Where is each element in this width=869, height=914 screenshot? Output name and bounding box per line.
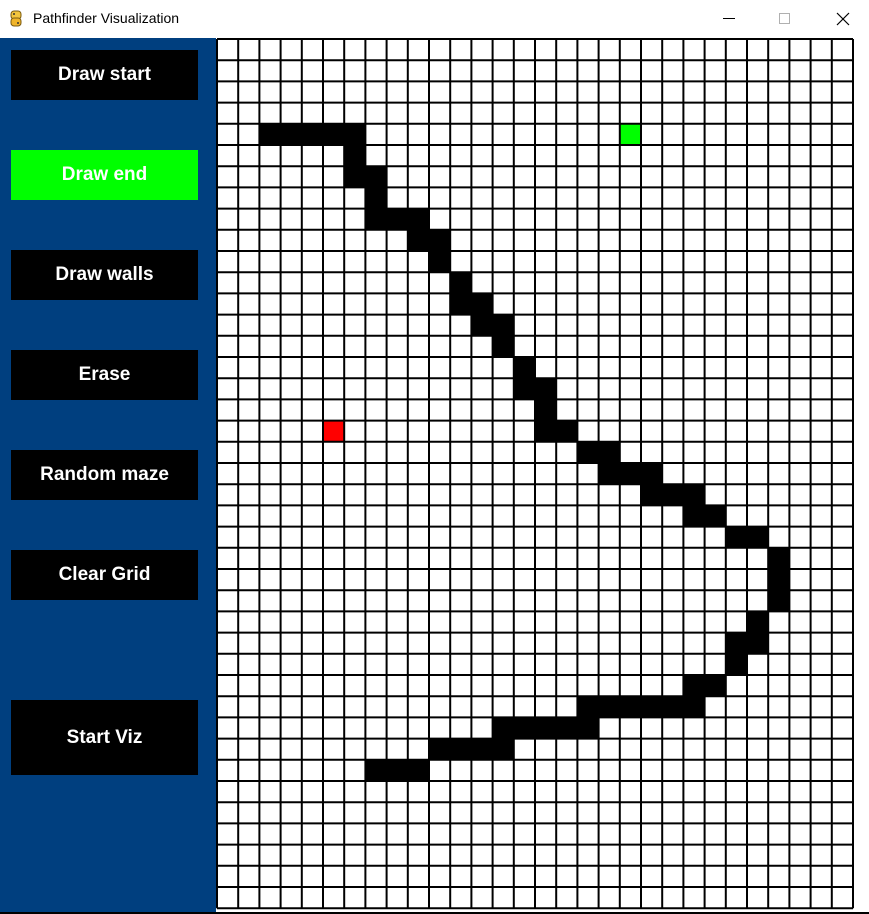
wall-cell[interactable] — [407, 229, 429, 251]
wall-cell[interactable] — [429, 738, 451, 760]
wall-cell[interactable] — [535, 420, 557, 442]
start-viz-button[interactable]: Start Viz — [11, 700, 198, 775]
wall-cell[interactable] — [641, 484, 663, 506]
wall-cell[interactable] — [683, 484, 705, 506]
wall-cell[interactable] — [577, 717, 599, 739]
wall-cell[interactable] — [768, 590, 790, 612]
wall-cell[interactable] — [407, 759, 429, 781]
wall-cell[interactable] — [429, 251, 451, 273]
minimize-button[interactable] — [706, 0, 752, 38]
draw-start-button[interactable]: Draw start — [11, 50, 198, 100]
draw-end-button[interactable]: Draw end — [11, 150, 198, 200]
wall-cell[interactable] — [407, 208, 429, 230]
python-icon — [10, 10, 22, 27]
wall-cell[interactable] — [577, 696, 599, 718]
wall-cell[interactable] — [641, 463, 663, 485]
clear-grid-button[interactable]: Clear Grid — [11, 550, 198, 600]
wall-cell[interactable] — [556, 717, 578, 739]
wall-cell[interactable] — [323, 123, 345, 145]
wall-cell[interactable] — [725, 526, 747, 548]
wall-cell[interactable] — [577, 441, 599, 463]
erase-label: Erase — [78, 364, 131, 385]
wall-cell[interactable] — [513, 717, 535, 739]
draw-end-label: Draw end — [61, 164, 148, 185]
wall-cell[interactable] — [365, 208, 387, 230]
wall-cell[interactable] — [747, 632, 769, 654]
wall-cell[interactable] — [344, 166, 366, 188]
wall-cell[interactable] — [598, 696, 620, 718]
draw-start-label: Draw start — [58, 64, 151, 85]
wall-cell[interactable] — [386, 759, 408, 781]
wall-cell[interactable] — [450, 272, 472, 294]
wall-cell[interactable] — [429, 229, 451, 251]
minimize-icon — [723, 18, 735, 19]
wall-cell[interactable] — [768, 547, 790, 569]
wall-cell[interactable] — [280, 123, 302, 145]
close-button[interactable] — [819, 0, 865, 38]
wall-cell[interactable] — [704, 675, 726, 697]
wall-cell[interactable] — [365, 166, 387, 188]
wall-cell[interactable] — [492, 335, 514, 357]
title-bar: Pathfinder Visualization — [0, 0, 869, 38]
wall-cell[interactable] — [492, 314, 514, 336]
wall-cell[interactable] — [365, 759, 387, 781]
random-maze-button[interactable]: Random maze — [11, 450, 198, 500]
wall-cell[interactable] — [344, 145, 366, 167]
wall-cell[interactable] — [513, 378, 535, 400]
wall-cell[interactable] — [619, 463, 641, 485]
window-title: Pathfinder Visualization — [33, 10, 180, 26]
wall-cell[interactable] — [471, 293, 493, 315]
wall-cell[interactable] — [598, 441, 620, 463]
maximize-button[interactable] — [761, 0, 807, 38]
wall-cell[interactable] — [492, 717, 514, 739]
tool-sidebar: Draw start Draw end Draw walls Erase Ran… — [0, 38, 216, 912]
wall-cell[interactable] — [556, 420, 578, 442]
draw-walls-button[interactable]: Draw walls — [11, 250, 198, 300]
wall-cell[interactable] — [301, 123, 323, 145]
random-maze-label: Random maze — [40, 464, 169, 485]
wall-cell[interactable] — [386, 208, 408, 230]
wall-cell[interactable] — [704, 505, 726, 527]
wall-cell[interactable] — [683, 675, 705, 697]
end-node[interactable] — [619, 123, 641, 145]
wall-cell[interactable] — [683, 505, 705, 527]
wall-cell[interactable] — [535, 378, 557, 400]
erase-button[interactable]: Erase — [11, 350, 198, 400]
close-icon — [836, 12, 850, 26]
start-node[interactable] — [323, 420, 345, 442]
wall-cell[interactable] — [619, 696, 641, 718]
wall-cell[interactable] — [598, 463, 620, 485]
wall-cell[interactable] — [492, 738, 514, 760]
wall-cell[interactable] — [725, 653, 747, 675]
maximize-icon — [779, 13, 790, 24]
wall-cell[interactable] — [535, 399, 557, 421]
wall-cell[interactable] — [683, 696, 705, 718]
wall-cell[interactable] — [662, 484, 684, 506]
pathfinding-grid[interactable] — [216, 38, 856, 912]
wall-cell[interactable] — [450, 738, 472, 760]
draw-walls-label: Draw walls — [55, 264, 154, 285]
wall-cell[interactable] — [725, 632, 747, 654]
wall-cell[interactable] — [641, 696, 663, 718]
wall-cell[interactable] — [471, 738, 493, 760]
wall-cell[interactable] — [747, 526, 769, 548]
wall-cell[interactable] — [344, 123, 366, 145]
wall-cell[interactable] — [513, 357, 535, 379]
wall-cell[interactable] — [768, 569, 790, 591]
wall-cell[interactable] — [450, 293, 472, 315]
wall-cell[interactable] — [365, 187, 387, 209]
wall-cell[interactable] — [471, 314, 493, 336]
wall-cell[interactable] — [747, 611, 769, 633]
wall-cell[interactable] — [662, 696, 684, 718]
wall-cell[interactable] — [535, 717, 557, 739]
start-viz-label: Start Viz — [66, 726, 143, 748]
wall-cell[interactable] — [259, 123, 281, 145]
clear-grid-label: Clear Grid — [58, 564, 151, 585]
